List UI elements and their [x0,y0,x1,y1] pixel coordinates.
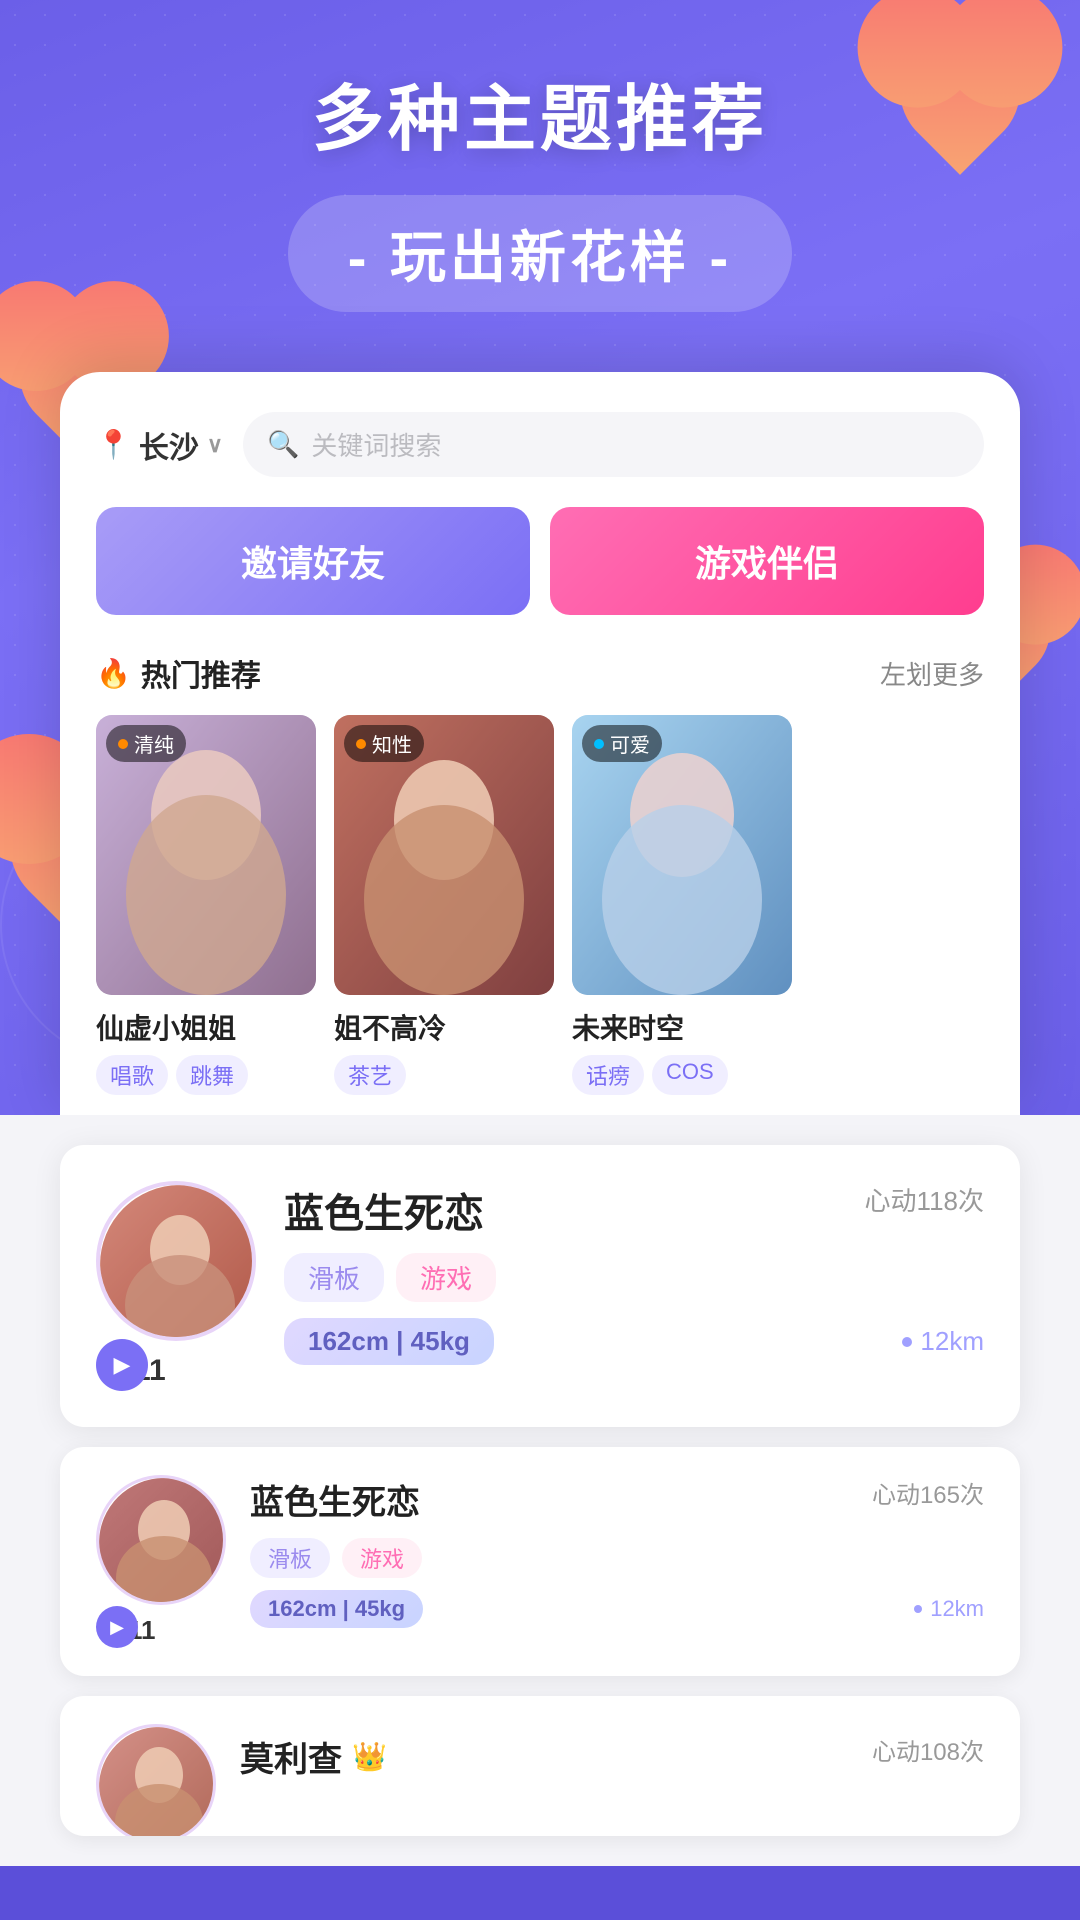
profile-cards-list: 清纯 仙虚小姐姐 唱歌 跳舞 [96,715,984,1115]
section-more-text[interactable]: 左划更多 [880,655,984,692]
user-avatar-3 [96,1724,216,1836]
phone-mockup: 📍 长沙 ∨ 🔍 关键词搜索 邀请好友 游戏伴侣 🔥 热门推荐 左划更多 [60,372,1020,1115]
ptag-2-1: 茶艺 [334,1055,406,1095]
user-name-row-1: 蓝色生死恋 心动118次 [284,1181,984,1239]
action-buttons: 邀请好友 游戏伴侣 [96,507,984,615]
tag-label-3: 可爱 [610,729,650,758]
user-avatar-wrap-3 [96,1724,216,1836]
user-name-1: 蓝色生死恋 [284,1181,484,1239]
user-card-2[interactable]: ▶ 〜 11 蓝色生死恋 心动165次 滑板 游戏 162cm | 45kg 1… [60,1447,1020,1676]
user-tag-game-1: 游戏 [396,1253,496,1302]
profile-card-img-2: 知性 [334,715,554,995]
phone-topbar: 📍 长沙 ∨ 🔍 关键词搜索 [96,412,984,477]
search-bar[interactable]: 🔍 关键词搜索 [243,412,984,477]
user-avatar-2 [96,1475,226,1605]
play-button-2[interactable]: ▶ [96,1606,138,1648]
card-tag-3: 可爱 [582,725,662,762]
user-tag-skateboard-2: 滑板 [250,1538,330,1578]
heart-count-1: 心动118次 [865,1181,984,1218]
user-name-row-2: 蓝色生死恋 心动165次 [250,1475,984,1524]
search-icon: 🔍 [267,429,299,460]
ptag-1-2: 跳舞 [176,1055,248,1095]
game-partner-button[interactable]: 游戏伴侣 [550,507,984,615]
distance-dot-2 [914,1605,922,1613]
distance-1: 12km [902,1326,984,1357]
profile-card-img-3: 可爱 [572,715,792,995]
ptag-3-1: 话痨 [572,1055,644,1095]
user-info-1: 蓝色生死恋 心动118次 滑板 游戏 162cm | 45kg 12km [284,1181,984,1365]
tag-dot-1 [118,739,128,749]
tag-label-2: 知性 [372,729,412,758]
distance-dot-1 [902,1337,912,1347]
distance-value-2: 12km [930,1596,984,1622]
user-name-2: 蓝色生死恋 [250,1475,420,1524]
distance-2: 12km [914,1596,984,1622]
tag-label-1: 清纯 [134,729,174,758]
user-name-3: 莫利查 [240,1732,342,1781]
profile-card-1[interactable]: 清纯 仙虚小姐姐 唱歌 跳舞 [96,715,316,1095]
user-info-3: 莫利查 👑 心动108次 [240,1724,984,1791]
user-tags-2: 滑板 游戏 [250,1538,984,1578]
user-card-1[interactable]: ▶ 〜 11 蓝色生死恋 心动118次 滑板 游戏 162cm | 45kg 1… [60,1145,1020,1427]
profile-card-3[interactable]: 可爱 未来时空 话痨 COS [572,715,792,1095]
location-button[interactable]: 📍 长沙 ∨ [96,423,223,467]
search-placeholder: 关键词搜索 [311,426,441,463]
profile-card-name-1: 仙虚小姐姐 [96,1007,316,1047]
chevron-down-icon: ∨ [207,432,223,458]
ptag-1-1: 唱歌 [96,1055,168,1095]
user-tag-skateboard-1: 滑板 [284,1253,384,1302]
profile-card-tags-1: 唱歌 跳舞 [96,1055,316,1095]
tag-dot-2 [356,739,366,749]
heart-count-2: 心动165次 [872,1475,984,1510]
user-height-weight-2: 162cm | 45kg [250,1590,423,1628]
card-tag-2: 知性 [344,725,424,762]
hero-subtitle: - 玩出新花样 - [288,195,792,312]
user-avatar-1 [96,1181,256,1341]
tag-dot-3 [594,739,604,749]
hero-subtitle-wrap: - 玩出新花样 - [0,195,1080,312]
fire-icon: 🔥 [96,657,131,690]
hero-section: 多种主题推荐 - 玩出新花样 - 📍 长沙 ∨ 🔍 关键词搜索 邀请好友 游戏伴… [0,0,1080,1115]
invite-friends-button[interactable]: 邀请好友 [96,507,530,615]
location-text: 长沙 [139,423,199,467]
user-avatar-wrap-2: ▶ 〜 11 [96,1475,226,1648]
profile-card-tags-2: 茶艺 [334,1055,554,1095]
user-cards-section: ▶ 〜 11 蓝色生死恋 心动118次 滑板 游戏 162cm | 45kg 1… [0,1115,1080,1866]
user-height-weight-1: 162cm | 45kg [284,1318,494,1365]
play-button-1[interactable]: ▶ [96,1339,148,1391]
profile-card-2[interactable]: 知性 姐不高冷 茶艺 [334,715,554,1095]
profile-card-name-3: 未来时空 [572,1007,792,1047]
hot-section-header: 🔥 热门推荐 左划更多 [96,651,984,695]
user-stats-row-1: 162cm | 45kg 12km [284,1318,984,1365]
user-tags-1: 滑板 游戏 [284,1253,984,1302]
hot-section-title: 🔥 热门推荐 [96,651,261,695]
user-info-2: 蓝色生死恋 心动165次 滑板 游戏 162cm | 45kg 12km [250,1475,984,1628]
user-card-3[interactable]: 莫利查 👑 心动108次 [60,1696,1020,1836]
card-tag-1: 清纯 [106,725,186,762]
distance-value-1: 12km [920,1326,984,1357]
user-tag-game-2: 游戏 [342,1538,422,1578]
crown-icon-3: 👑 [352,1740,387,1773]
user-avatar-wrap-1: ▶ 〜 11 [96,1181,256,1391]
user-stats-row-2: 162cm | 45kg 12km [250,1590,984,1628]
profile-card-tags-3: 话痨 COS [572,1055,792,1095]
profile-card-name-2: 姐不高冷 [334,1007,554,1047]
hero-title: 多种主题推荐 [0,60,1080,165]
ptag-3-2: COS [652,1055,728,1095]
profile-card-img-1: 清纯 [96,715,316,995]
location-icon: 📍 [96,428,131,461]
heart-count-3: 心动108次 [872,1732,984,1767]
